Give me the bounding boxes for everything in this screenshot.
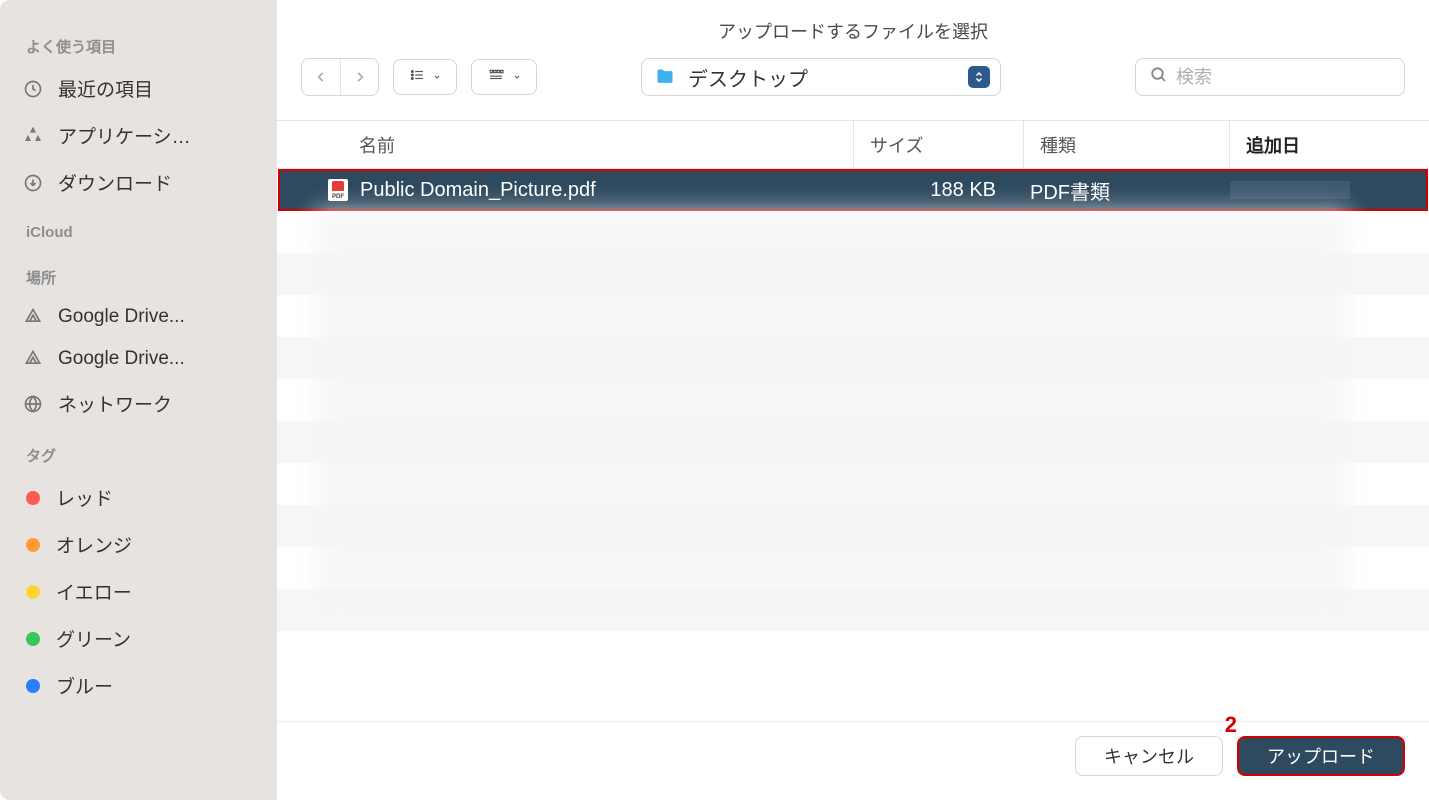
updown-icon	[968, 66, 990, 88]
sidebar-item-recents[interactable]: 最近の項目	[0, 65, 277, 112]
sidebar-item-gdrive-1[interactable]: Google Drive...	[0, 296, 277, 338]
sidebar-item-label: Google Drive...	[58, 306, 185, 328]
sidebar-tag-red[interactable]: レッド	[0, 474, 277, 521]
column-kind[interactable]: 種類	[1023, 121, 1229, 168]
blurred-content	[315, 211, 1349, 611]
file-list: 1 PDF Public Domain_Picture.pdf 188 KB P…	[277, 169, 1429, 721]
sidebar-item-label: レッド	[56, 484, 113, 511]
sidebar-header-favorites: よく使う項目	[0, 12, 277, 65]
sidebar-item-label: ダウンロード	[58, 169, 172, 196]
sidebar-tag-blue[interactable]: ブルー	[0, 662, 277, 709]
annotation-2: 2	[1225, 712, 1237, 738]
file-size: 188 KB	[850, 179, 1020, 202]
sidebar-tag-orange[interactable]: オレンジ	[0, 521, 277, 568]
sidebar: よく使う項目 最近の項目 アプリケーシ… ダウンロード iCloud 場所	[0, 0, 277, 800]
sidebar-item-label: アプリケーシ…	[58, 122, 191, 149]
location-label: デスクトップ	[688, 63, 958, 92]
folder-icon	[652, 66, 678, 88]
upload-button[interactable]: アップロード	[1237, 736, 1405, 776]
sidebar-item-label: グリーン	[56, 625, 131, 652]
view-group-button[interactable]	[471, 59, 537, 95]
sidebar-item-label: イエロー	[56, 578, 132, 605]
file-row-selected[interactable]: PDF Public Domain_Picture.pdf 188 KB PDF…	[278, 169, 1428, 211]
pdf-file-icon: PDF	[328, 179, 348, 201]
column-added[interactable]: 追加日	[1229, 121, 1429, 168]
column-size[interactable]: サイズ	[853, 121, 1023, 168]
file-picker-dialog: よく使う項目 最近の項目 アプリケーシ… ダウンロード iCloud 場所	[0, 0, 1429, 800]
download-icon	[22, 172, 44, 194]
back-button[interactable]	[302, 59, 340, 95]
main-panel: アップロードするファイルを選択	[277, 0, 1429, 800]
dialog-title: アップロードするファイルを選択	[277, 0, 1429, 58]
toolbar: デスクトップ	[277, 58, 1429, 120]
sidebar-item-gdrive-2[interactable]: Google Drive...	[0, 338, 277, 380]
tag-dot-icon	[26, 679, 40, 693]
footer: 2 キャンセル アップロード	[277, 721, 1429, 800]
sidebar-header-locations: 場所	[0, 249, 277, 296]
sidebar-item-label: Google Drive...	[58, 348, 185, 370]
column-headers: 名前 サイズ 種類 追加日	[277, 121, 1429, 169]
file-added	[1226, 181, 1426, 199]
search-icon	[1150, 66, 1168, 89]
apps-icon	[22, 125, 44, 147]
sidebar-header-tags: タグ	[0, 427, 277, 474]
sidebar-item-applications[interactable]: アプリケーシ…	[0, 112, 277, 159]
sidebar-item-downloads[interactable]: ダウンロード	[0, 159, 277, 206]
drive-icon	[22, 348, 44, 370]
tag-dot-icon	[26, 491, 40, 505]
forward-button[interactable]	[340, 59, 378, 95]
sidebar-item-label: 最近の項目	[58, 75, 153, 102]
drive-icon	[22, 306, 44, 328]
grid-icon	[486, 68, 506, 87]
chevron-down-icon	[432, 68, 442, 86]
cancel-button[interactable]: キャンセル	[1075, 736, 1223, 776]
network-icon	[22, 393, 44, 415]
sidebar-item-label: ブルー	[56, 672, 113, 699]
sidebar-tag-yellow[interactable]: イエロー	[0, 568, 277, 615]
nav-group	[301, 58, 379, 96]
search-input[interactable]	[1176, 67, 1408, 88]
clock-icon	[22, 78, 44, 100]
location-picker[interactable]: デスクトップ	[641, 58, 1001, 96]
sidebar-tag-green[interactable]: グリーン	[0, 615, 277, 662]
tag-dot-icon	[26, 632, 40, 646]
list-icon	[408, 68, 426, 87]
sidebar-header-icloud: iCloud	[0, 206, 277, 249]
file-name: Public Domain_Picture.pdf	[360, 179, 596, 202]
sidebar-item-network[interactable]: ネットワーク	[0, 380, 277, 427]
tag-dot-icon	[26, 538, 40, 552]
column-name[interactable]: 名前	[277, 132, 853, 158]
tag-dot-icon	[26, 585, 40, 599]
file-kind: PDF書類	[1020, 176, 1226, 205]
sidebar-item-label: ネットワーク	[58, 390, 172, 417]
search-box[interactable]	[1135, 58, 1405, 96]
view-list-button[interactable]	[393, 59, 457, 95]
chevron-down-icon	[512, 68, 522, 86]
sidebar-item-label: オレンジ	[56, 531, 132, 558]
